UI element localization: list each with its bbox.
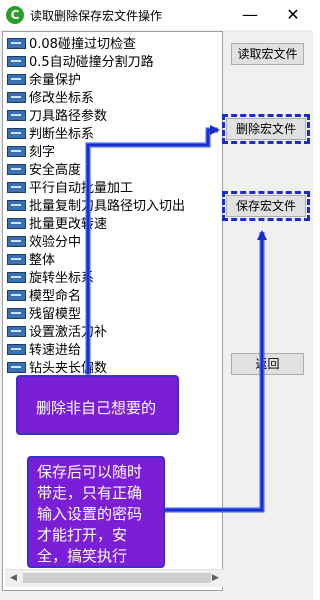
save-arrow-line [158, 232, 265, 513]
delete-arrow-line [85, 127, 218, 380]
save-arrow [158, 230, 267, 511]
save-callout-text: 保存后可以随时带走，只有正确输入设置的密码才能打开，安全，搞笑执行 [37, 463, 143, 565]
delete-arrow [87, 125, 220, 380]
delete-callout-text: 删除非自己想要的 [36, 399, 157, 417]
delete-callout: 删除非自己想要的 [16, 375, 179, 435]
save-callout: 保存后可以随时带走，只有正确输入设置的密码才能打开，安全，搞笑执行 [27, 456, 165, 568]
